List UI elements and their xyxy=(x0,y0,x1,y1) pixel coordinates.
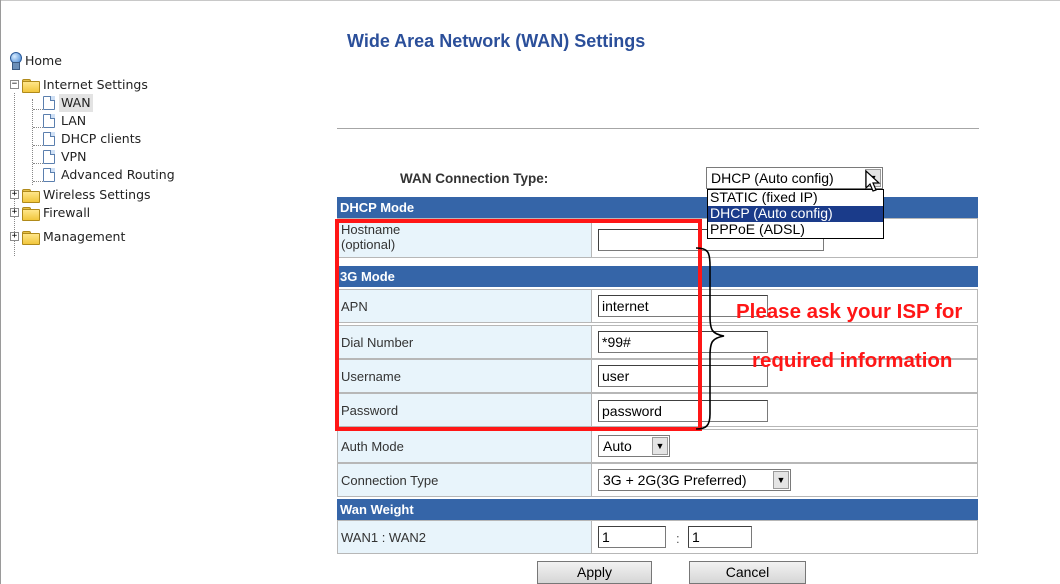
page-title: Wide Area Network (WAN) Settings xyxy=(347,31,646,51)
option-pppoe[interactable]: PPPoE (ADSL) xyxy=(708,221,883,238)
wan-connection-type-select[interactable]: DHCP (Auto config) ▼ xyxy=(706,167,883,189)
cancel-button[interactable]: Cancel xyxy=(689,561,806,584)
annotation-line1: Please ask your ISP for xyxy=(736,300,963,323)
sidebar-item-label: WAN xyxy=(59,94,93,112)
window-top-border xyxy=(0,0,1060,1)
home-icon xyxy=(9,52,22,70)
wan-weight-row: WAN1 : WAN2 1 : 1 xyxy=(337,520,978,554)
page-icon xyxy=(43,114,55,128)
chevron-down-icon[interactable]: ▼ xyxy=(652,437,668,455)
sidebar-item-label: Wireless Settings xyxy=(43,187,151,202)
select-value: 3G + 2G(3G Preferred) xyxy=(603,472,747,488)
sidebar-item-label: VPN xyxy=(61,149,87,164)
folder-icon xyxy=(22,207,40,221)
wan2-weight-input[interactable]: 1 xyxy=(688,526,752,548)
highlight-box xyxy=(335,219,702,431)
select-value: Auto xyxy=(603,438,632,454)
page-icon xyxy=(43,168,55,182)
sidebar-item-label: Advanced Routing xyxy=(61,167,175,182)
curly-brace-icon xyxy=(695,247,725,430)
tree-connector xyxy=(33,109,43,110)
wan-connection-type-label: WAN Connection Type: xyxy=(400,171,549,186)
folder-open-icon xyxy=(22,79,40,93)
divider xyxy=(337,128,979,129)
expand-icon[interactable]: + xyxy=(10,190,19,199)
auth-mode-row: Auth Mode Auto ▼ xyxy=(337,429,978,463)
window-left-border xyxy=(0,0,1,584)
sidebar-item-label: LAN xyxy=(61,113,87,128)
connection-type-row: Connection Type 3G + 2G(3G Preferred) ▼ xyxy=(337,463,978,497)
section-header-wan-weight: Wan Weight xyxy=(337,499,978,520)
sidebar-item-label: Home xyxy=(25,53,62,68)
option-dhcp[interactable]: DHCP (Auto config) xyxy=(708,205,883,222)
page-icon xyxy=(43,150,55,164)
tree-connector xyxy=(32,99,33,185)
expand-icon[interactable]: + xyxy=(10,232,19,241)
select-value: DHCP (Auto config) xyxy=(711,170,834,186)
auth-mode-value-cell: Auto ▼ xyxy=(593,430,977,462)
mouse-pointer-icon xyxy=(865,170,881,192)
folder-icon xyxy=(22,231,40,245)
wan-weight-label: WAN1 : WAN2 xyxy=(338,521,592,553)
sidebar-item-label: Internet Settings xyxy=(43,77,148,92)
page-icon xyxy=(43,132,55,146)
auth-mode-label: Auth Mode xyxy=(338,430,592,462)
sidebar-item-label: Firewall xyxy=(43,205,91,220)
connection-type-label: Connection Type xyxy=(338,464,592,496)
connection-type-select[interactable]: 3G + 2G(3G Preferred) ▼ xyxy=(598,469,791,491)
page-icon xyxy=(43,96,55,110)
sidebar-item-label: Management xyxy=(43,229,126,244)
tree-connector xyxy=(33,127,43,128)
wan-weight-value-cell: 1 : 1 xyxy=(593,521,977,553)
wan1-weight-input[interactable]: 1 xyxy=(598,526,666,548)
tree-connector xyxy=(33,145,43,146)
option-static[interactable]: STATIC (fixed IP) xyxy=(708,189,883,206)
tree-connector xyxy=(33,181,43,182)
apply-button[interactable]: Apply xyxy=(537,561,652,584)
chevron-down-icon[interactable]: ▼ xyxy=(773,471,789,489)
wan-connection-type-dropdown: STATIC (fixed IP) DHCP (Auto config) PPP… xyxy=(707,189,884,239)
sidebar-item-label: DHCP clients xyxy=(61,131,142,146)
tree-connector xyxy=(33,163,43,164)
folder-icon xyxy=(22,189,40,203)
collapse-icon[interactable]: − xyxy=(10,80,19,89)
connection-type-value-cell: 3G + 2G(3G Preferred) ▼ xyxy=(593,464,977,496)
expand-icon[interactable]: + xyxy=(10,208,19,217)
ratio-separator: : xyxy=(676,531,680,546)
annotation-line2: required information xyxy=(752,349,953,372)
auth-mode-select[interactable]: Auto ▼ xyxy=(598,435,670,457)
